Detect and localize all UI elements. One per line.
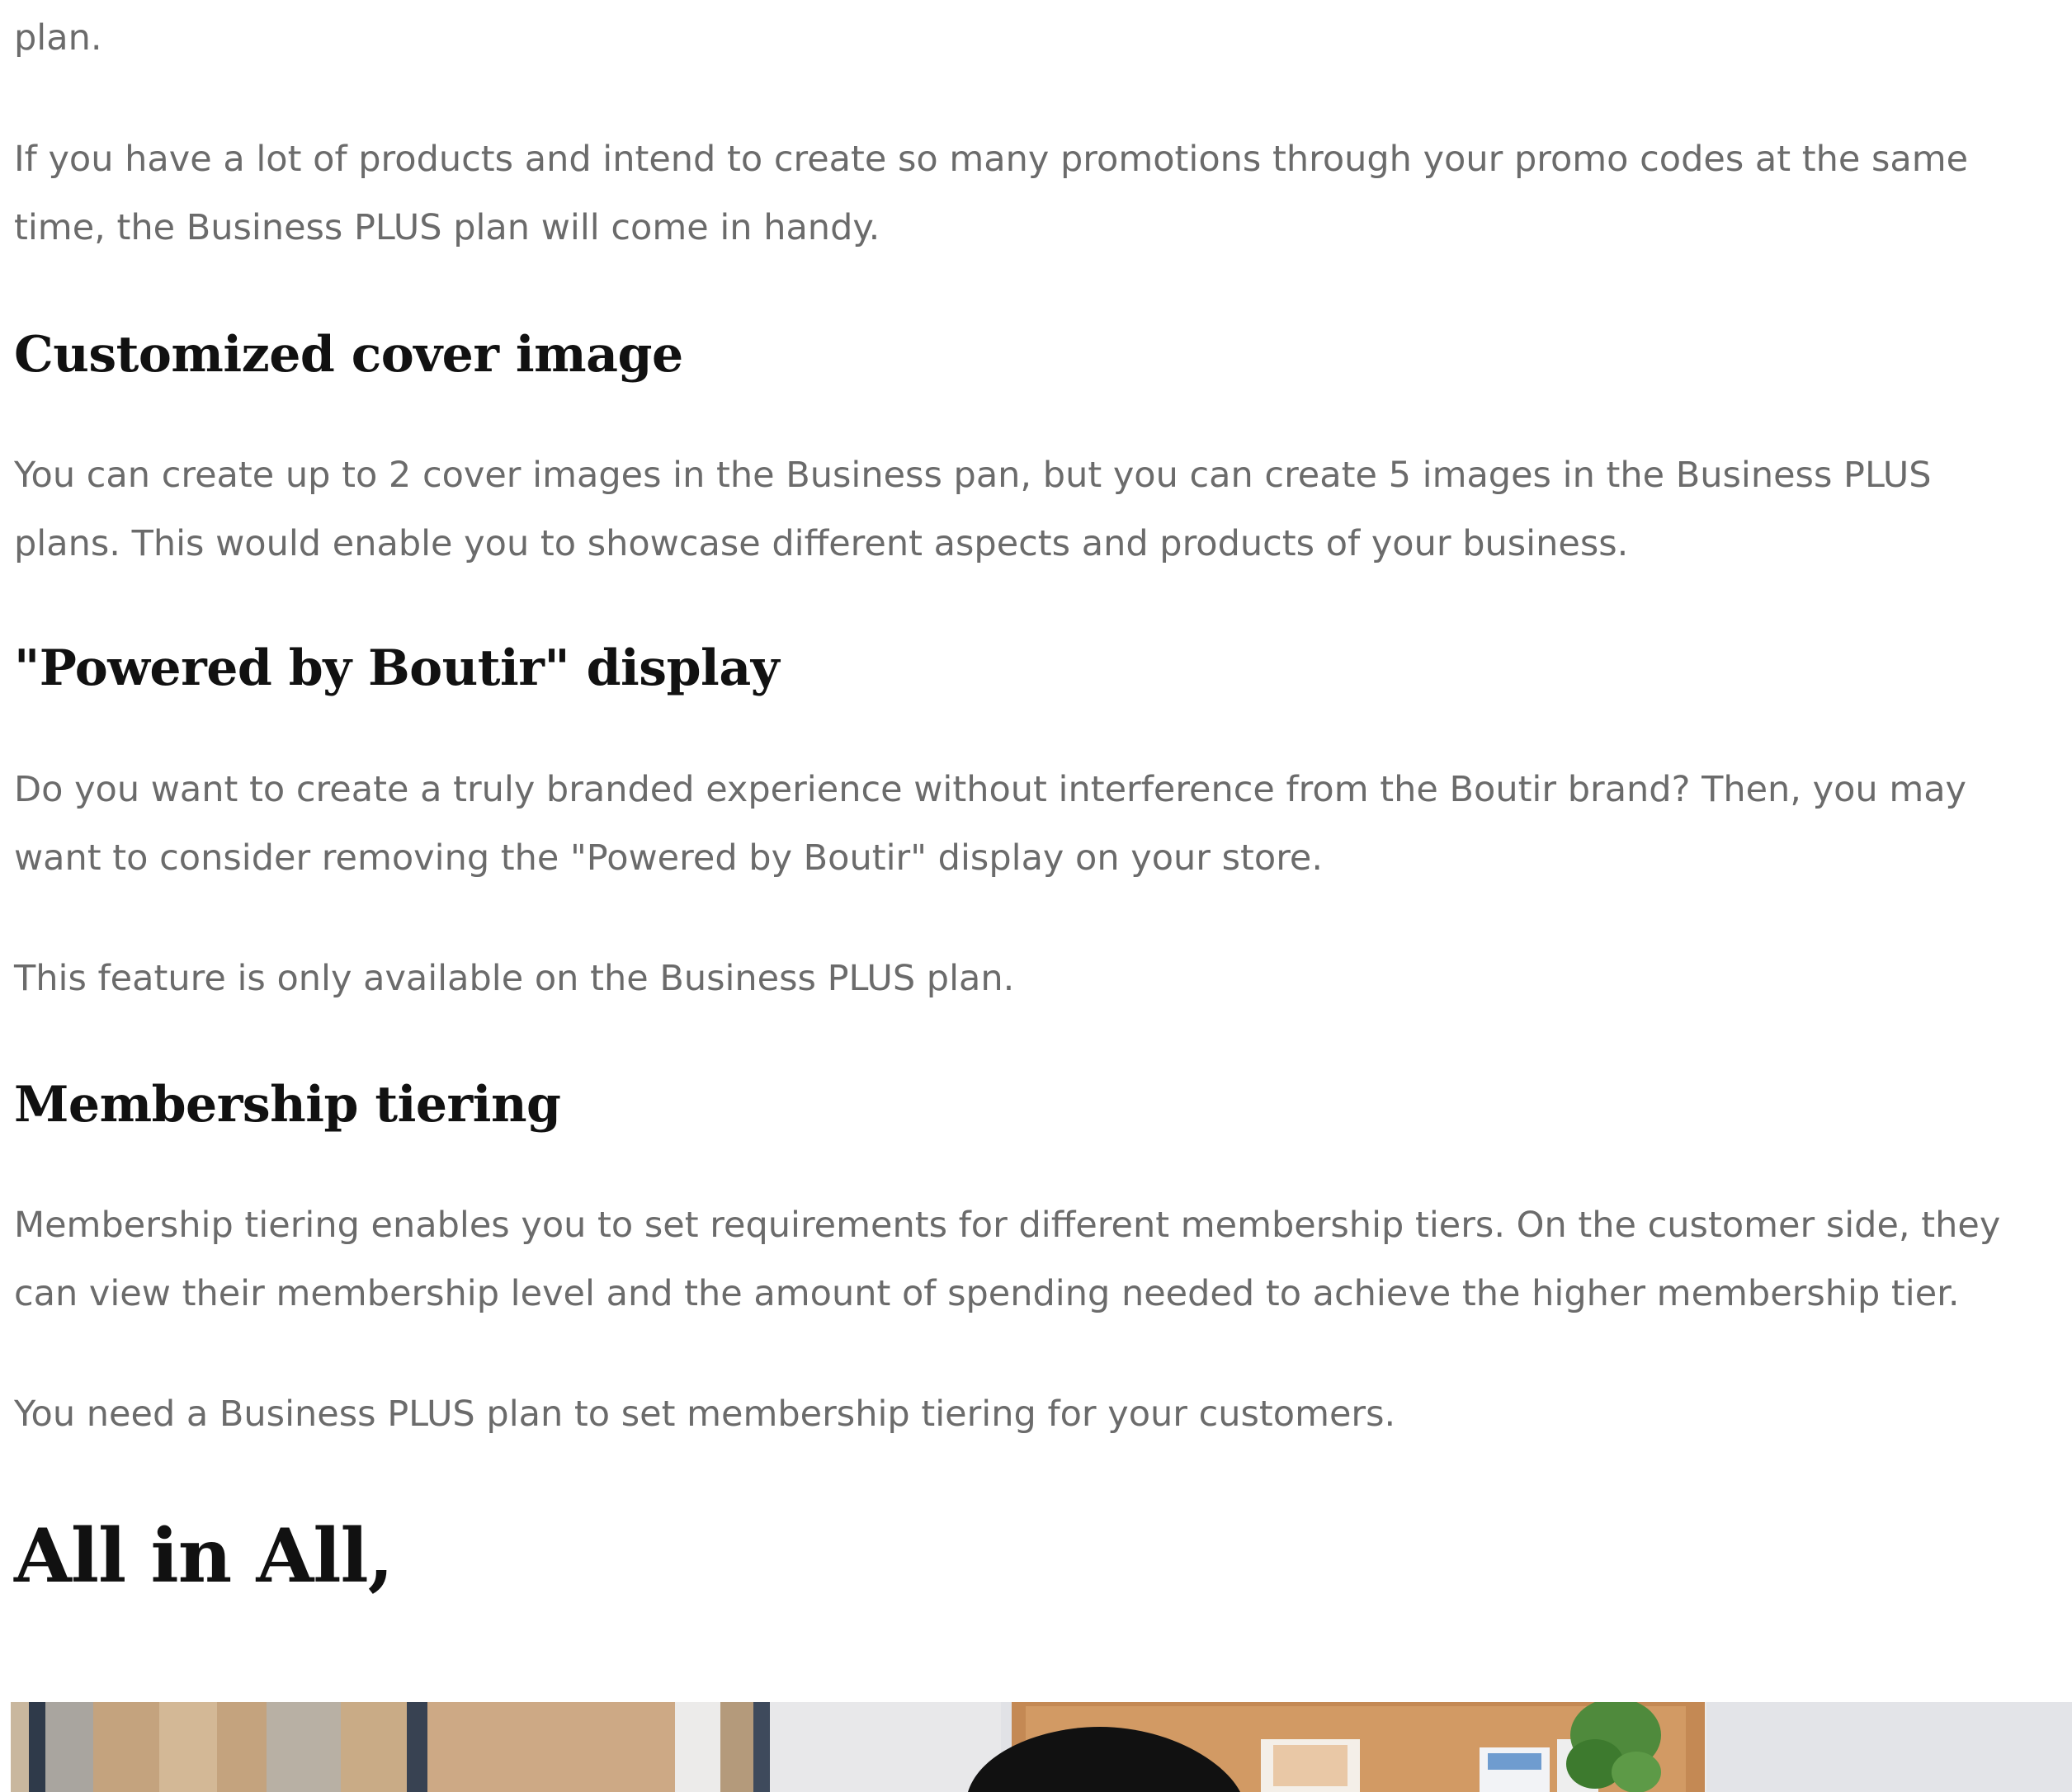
paragraph-line: Do you want to create a truly branded ex… — [14, 769, 1967, 810]
paragraph-line: can view their membership level and the … — [14, 1273, 1960, 1314]
section-heading-powered-by: "Powered by Boutir" display — [14, 639, 780, 697]
section-heading-membership-tiering: Membership tiering — [14, 1076, 561, 1134]
article-photo-illustration — [11, 1702, 2072, 1792]
membership-plan-requirement-text: You need a Business PLUS plan to set mem… — [14, 1394, 1396, 1435]
powered-by-availability-text: This feature is only available on the Bu… — [14, 958, 1015, 999]
paragraph-line: You can create up to 2 cover images in t… — [14, 455, 1932, 496]
intro-tail-text: plan. — [14, 17, 102, 59]
paragraph-line: If you have a lot of products and intend… — [14, 139, 1969, 180]
paragraph-line: Membership tiering enables you to set re… — [14, 1205, 2001, 1246]
paragraph-line: time, the Business PLUS plan will come i… — [14, 207, 880, 248]
paragraph-line: plans. This would enable you to showcase… — [14, 523, 1629, 564]
conclusion-heading: All in All, — [14, 1512, 394, 1600]
article-photo — [11, 1702, 2072, 1792]
paragraph-line: want to consider removing the "Powered b… — [14, 837, 1324, 879]
section-heading-cover-image: Customized cover image — [14, 326, 683, 384]
